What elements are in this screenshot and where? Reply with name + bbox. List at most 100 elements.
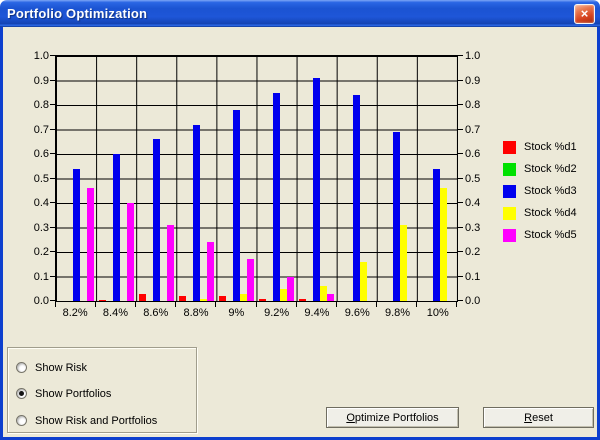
bar-stock-d3 bbox=[153, 139, 160, 301]
legend-label: Stock %d1 bbox=[524, 141, 577, 153]
bar-stock-d5 bbox=[247, 259, 254, 301]
optimize-portfolios-button[interactable]: Optimize Portfolios bbox=[326, 407, 459, 428]
x-axis-label: 8.4% bbox=[95, 307, 135, 321]
x-axis-label: 8.2% bbox=[55, 307, 95, 321]
bar-group bbox=[377, 56, 417, 301]
title-bar[interactable]: Portfolio Optimization × bbox=[0, 0, 600, 27]
y-axis-label: 0.1 bbox=[23, 271, 49, 283]
optimize-accesskey: O bbox=[346, 412, 355, 424]
y-axis-label: 0.0 bbox=[465, 295, 491, 307]
axis-tick bbox=[458, 129, 463, 130]
bar-stock-d3 bbox=[313, 78, 320, 301]
bar-stock-d5 bbox=[287, 277, 294, 302]
axis-tick bbox=[50, 153, 55, 154]
axis-tick bbox=[458, 251, 463, 252]
y-axis-label: 0.1 bbox=[465, 271, 491, 283]
radio-dot bbox=[19, 391, 24, 396]
bar-stock-d1 bbox=[219, 296, 226, 301]
radio-label[interactable]: Show Risk and Portfolios bbox=[35, 415, 157, 427]
dialog-client-area: 1.00.90.80.70.60.50.40.30.20.10.0 1.00.9… bbox=[3, 27, 597, 437]
y-ticks-right bbox=[458, 55, 463, 302]
y-axis-label: 0.3 bbox=[465, 222, 491, 234]
bar-stock-d3 bbox=[113, 154, 120, 301]
bar-group bbox=[96, 56, 136, 301]
radio-button[interactable] bbox=[16, 415, 27, 426]
axis-tick bbox=[50, 227, 55, 228]
axis-tick bbox=[50, 104, 55, 105]
bar-stock-d3 bbox=[193, 125, 200, 301]
radio-button[interactable] bbox=[16, 388, 27, 399]
bar-group bbox=[256, 56, 296, 301]
x-axis-label: 9.6% bbox=[337, 307, 377, 321]
legend-swatch bbox=[503, 185, 516, 198]
y-ticks-left bbox=[50, 55, 55, 302]
bar-stock-d1 bbox=[259, 299, 266, 301]
bar-stock-d5 bbox=[127, 203, 134, 301]
bar-stock-d4 bbox=[280, 289, 287, 301]
radio-button[interactable] bbox=[16, 362, 27, 373]
axis-tick bbox=[458, 104, 463, 105]
x-axis-label: 8.8% bbox=[176, 307, 216, 321]
bar-stock-d3 bbox=[433, 169, 440, 301]
bar-stock-d1 bbox=[179, 296, 186, 301]
reset-accesskey: R bbox=[524, 412, 532, 424]
y-axis-label: 0.9 bbox=[23, 75, 49, 87]
y-axis-left: 1.00.90.80.70.60.50.40.30.20.10.0 bbox=[23, 55, 49, 300]
bar-group bbox=[136, 56, 176, 301]
bar-stock-d4 bbox=[360, 262, 367, 301]
bar-stock-d5 bbox=[207, 242, 214, 301]
axis-tick bbox=[50, 178, 55, 179]
x-axis-label: 9.2% bbox=[256, 307, 296, 321]
close-button[interactable]: × bbox=[574, 4, 595, 24]
bar-stock-d5 bbox=[167, 225, 174, 301]
legend-item: Stock %d5 bbox=[503, 224, 577, 246]
x-axis-labels: 8.2%8.4%8.6%8.8%9%9.2%9.4%9.6%9.8%10% bbox=[55, 307, 458, 321]
axis-tick bbox=[458, 80, 463, 81]
y-axis-label: 0.2 bbox=[23, 246, 49, 258]
y-axis-label: 0.8 bbox=[23, 99, 49, 111]
y-axis-label: 1.0 bbox=[23, 50, 49, 62]
axis-tick bbox=[458, 276, 463, 277]
bar-group bbox=[56, 56, 96, 301]
radio-label[interactable]: Show Risk bbox=[35, 362, 87, 374]
radio-option[interactable]: Show Risk bbox=[16, 361, 87, 374]
radio-option[interactable]: Show Risk and Portfolios bbox=[16, 414, 157, 427]
x-axis-label: 9.4% bbox=[297, 307, 337, 321]
legend-item: Stock %d2 bbox=[503, 158, 577, 180]
close-icon: × bbox=[581, 6, 589, 21]
axis-tick bbox=[50, 129, 55, 130]
axis-tick bbox=[458, 227, 463, 228]
bar-group bbox=[176, 56, 216, 301]
radio-label[interactable]: Show Portfolios bbox=[35, 388, 111, 400]
y-axis-label: 0.6 bbox=[23, 148, 49, 160]
y-axis-label: 0.2 bbox=[465, 246, 491, 258]
bar-stock-d3 bbox=[393, 132, 400, 301]
y-axis-right: 1.00.90.80.70.60.50.40.30.20.10.0 bbox=[465, 55, 491, 300]
y-axis-label: 1.0 bbox=[465, 50, 491, 62]
axis-tick bbox=[50, 80, 55, 81]
bar-stock-d1 bbox=[99, 300, 106, 301]
bar-stock-d4 bbox=[320, 286, 327, 301]
axis-tick bbox=[50, 202, 55, 203]
bar-stock-d4 bbox=[200, 299, 207, 301]
bar-stock-d3 bbox=[73, 169, 80, 301]
y-axis-label: 0.0 bbox=[23, 295, 49, 307]
bar-group bbox=[297, 56, 337, 301]
bar-stock-d3 bbox=[233, 110, 240, 301]
x-axis-label: 9% bbox=[216, 307, 256, 321]
bar-group bbox=[337, 56, 377, 301]
axis-tick bbox=[50, 276, 55, 277]
bar-stock-d4 bbox=[440, 188, 447, 301]
legend-item: Stock %d1 bbox=[503, 136, 577, 158]
chart-bars bbox=[56, 56, 457, 301]
y-axis-label: 0.4 bbox=[465, 197, 491, 209]
reset-label-rest: eset bbox=[532, 412, 553, 424]
axis-tick bbox=[458, 300, 463, 301]
y-axis-label: 0.5 bbox=[465, 173, 491, 185]
radio-option[interactable]: Show Portfolios bbox=[16, 387, 111, 400]
chart-legend: Stock %d1Stock %d2Stock %d3Stock %d4Stoc… bbox=[503, 136, 577, 246]
reset-button[interactable]: Reset bbox=[483, 407, 594, 428]
window-frame: 1.00.90.80.70.60.50.40.30.20.10.0 1.00.9… bbox=[0, 27, 600, 440]
legend-item: Stock %d3 bbox=[503, 180, 577, 202]
x-axis-label: 10% bbox=[418, 307, 458, 321]
